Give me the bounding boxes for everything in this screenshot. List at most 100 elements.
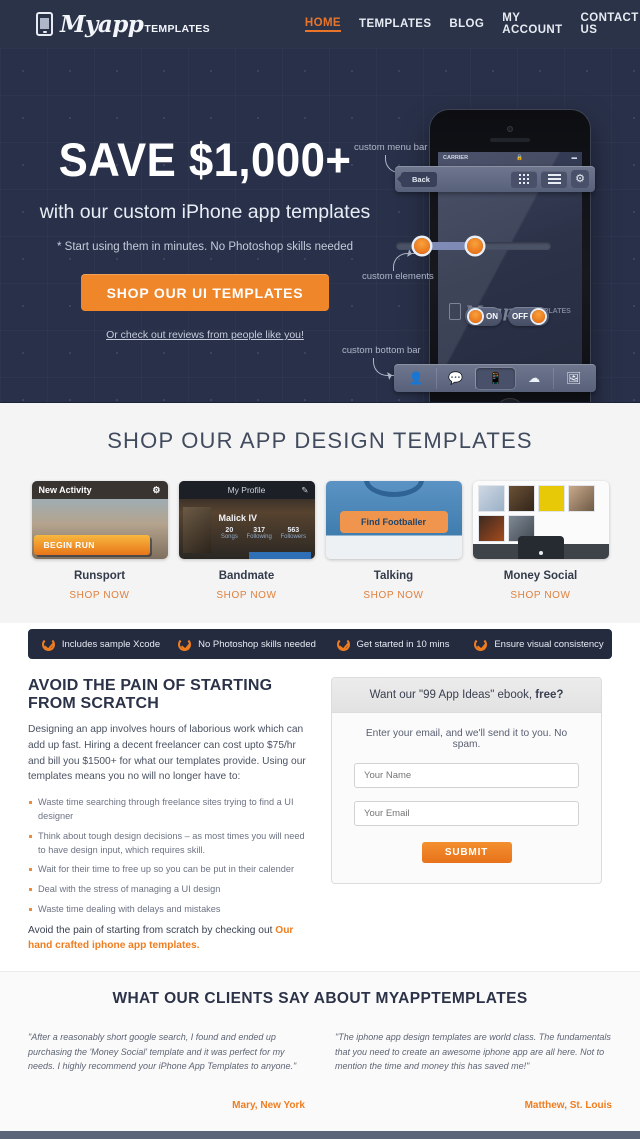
grid-icon[interactable] xyxy=(511,170,537,188)
signup-heading-text: Want our "99 App Ideas" ebook, xyxy=(369,689,536,701)
hero-copy: SAVE $1,000+ with our custom iPhone app … xyxy=(0,48,410,341)
phone-speaker xyxy=(490,138,530,142)
back-button[interactable]: Back xyxy=(397,171,437,187)
stat-label: Following xyxy=(246,534,272,540)
stat-followers: 563 Followers xyxy=(280,527,306,540)
site-header: Myapp TEMPLATES HOME TEMPLATES BLOG MY A… xyxy=(0,0,640,48)
custom-slider[interactable] xyxy=(396,238,551,254)
list-item: Think about tough design decisions – as … xyxy=(28,830,313,858)
profile-name: Malick IV xyxy=(218,513,258,523)
pain-bullet-list: Waste time searching through freelance s… xyxy=(28,796,313,917)
shop-title: SHOP OUR APP DESIGN TEMPLATES xyxy=(107,428,533,453)
stat-songs: 20 Songs xyxy=(221,527,238,540)
shop-now-link[interactable]: SHOP NOW xyxy=(326,590,462,601)
feature-label: Ensure visual consistency xyxy=(494,638,604,650)
card-preview-image: Find Footballer xyxy=(325,481,462,559)
signup-body: Enter your email, and we'll send it to y… xyxy=(332,713,601,883)
list-item: Wait for their time to free up so you ca… xyxy=(28,863,313,877)
list-icon[interactable] xyxy=(541,170,567,188)
gear-icon: ⚙ xyxy=(152,484,161,495)
hero-headline: SAVE $1,000+ xyxy=(58,133,352,186)
stat-label: Songs xyxy=(220,534,238,540)
email-field[interactable] xyxy=(354,801,579,826)
slider-knob-left[interactable] xyxy=(414,238,430,254)
phone-icon xyxy=(36,12,53,36)
publications-section: OUR SERVICE HAS BEEN FEATURED IN THESE F… xyxy=(0,1130,640,1139)
nav-item-home[interactable]: HOME xyxy=(304,17,342,32)
custom-bottom-bar: 👤 💬 📱 ☁ 🖼 xyxy=(394,364,596,392)
slider-knob-right[interactable] xyxy=(467,238,483,254)
testimonial-quote: "The iphone app design templates are wor… xyxy=(335,1032,611,1072)
features-wrap: Includes sample Xcode No Photoshop skill… xyxy=(0,623,640,659)
list-item: Waste time dealing with delays and mista… xyxy=(28,903,313,917)
submit-button[interactable]: SUBMIT xyxy=(421,842,512,863)
nav-item-contact-us[interactable]: CONTACT US xyxy=(581,12,639,36)
list-item: Deal with the stress of managing a UI de… xyxy=(28,883,313,897)
photo-icon[interactable]: 🖼 xyxy=(554,368,593,389)
check-circle-icon xyxy=(474,637,488,651)
toggle-off[interactable]: OFF xyxy=(508,307,549,326)
signup-heading: Want our "99 App Ideas" ebook, free? xyxy=(332,678,601,713)
testimonials-heading: WHAT OUR CLIENTS SAY ABOUT MYAPPTEMPLATE… xyxy=(112,990,528,1008)
check-circle-icon xyxy=(178,637,192,651)
feature-item: Get started in 10 mins xyxy=(320,637,466,651)
card-top-bar: My Profile ✎ xyxy=(178,481,315,499)
photo-grid xyxy=(477,485,595,542)
site-logo[interactable]: Myapp TEMPLATES xyxy=(36,11,210,38)
phone-icon xyxy=(449,303,462,320)
nav-item-my-account[interactable]: MY ACCOUNT xyxy=(502,12,562,36)
shop-now-link[interactable]: SHOP NOW xyxy=(473,590,609,601)
reviews-link[interactable]: Or check out reviews from people like yo… xyxy=(0,329,410,341)
find-footballer-button: Find Footballer xyxy=(339,511,448,533)
main-nav: HOME TEMPLATES BLOG MY ACCOUNT CONTACT U… xyxy=(304,12,639,36)
begin-run-button: BEGIN RUN xyxy=(33,535,150,555)
template-card-talking[interactable]: Find Footballer Talking SHOP NOW xyxy=(325,481,462,601)
template-card-bandmate[interactable]: My Profile ✎ Malick IV 20 Songs 317 Foll… xyxy=(178,481,315,601)
signup-description: Enter your email, and we'll send it to y… xyxy=(365,728,568,750)
shop-ui-templates-button[interactable]: SHOP OUR UI TEMPLATES xyxy=(80,274,330,311)
card-bar-title: My Profile xyxy=(227,485,266,495)
check-circle-icon xyxy=(336,637,350,651)
chat-icon[interactable]: 💬 xyxy=(437,367,477,389)
hero-section: SAVE $1,000+ with our custom iPhone app … xyxy=(0,48,640,403)
nav-item-blog[interactable]: BLOG xyxy=(449,18,484,30)
feature-label: No Photoshop skills needed xyxy=(198,638,316,650)
card-preview-image: New Activity ⚙ BEGIN RUN xyxy=(31,481,168,559)
card-bar-title: New Activity xyxy=(38,485,92,495)
logo-text: Myapp TEMPLATES xyxy=(60,11,210,38)
list-item: Waste time searching through freelance s… xyxy=(28,796,313,824)
author-location: St. Louis xyxy=(569,1099,612,1111)
person-icon[interactable]: 👤 xyxy=(397,367,437,389)
photo-thumb xyxy=(477,485,505,512)
testimonial-author: Mary, New York xyxy=(28,1100,305,1111)
shop-now-link[interactable]: SHOP NOW xyxy=(32,590,168,601)
card-accent-bar xyxy=(248,552,311,559)
callout-arrow-bottom xyxy=(373,358,395,376)
photo-thumb xyxy=(507,485,535,512)
photo-thumb xyxy=(567,485,595,512)
stat-value: 317 xyxy=(253,527,265,534)
template-card-list: New Activity ⚙ BEGIN RUN Runsport SHOP N… xyxy=(0,481,640,601)
card-arc-decoration xyxy=(363,481,424,497)
card-title: Money Social xyxy=(503,570,578,582)
phone-status-bar: CARRIER 🔒 ▬ xyxy=(438,152,582,163)
toggle-on[interactable]: ON xyxy=(465,307,502,326)
phone-home-button[interactable] xyxy=(495,398,525,402)
card-title: Runsport xyxy=(73,570,126,582)
custom-menu-bar: Back ⚙ xyxy=(395,166,595,192)
shop-now-link[interactable]: SHOP NOW xyxy=(179,590,315,601)
cloud-icon[interactable]: ☁ xyxy=(515,367,555,389)
profile-stats: 20 Songs 317 Following 563 Followers xyxy=(217,527,311,540)
stat-following: 317 Following xyxy=(246,527,271,540)
testimonials-section: WHAT OUR CLIENTS SAY ABOUT MYAPPTEMPLATE… xyxy=(0,971,640,1131)
template-card-runsport[interactable]: New Activity ⚙ BEGIN RUN Runsport SHOP N… xyxy=(31,481,168,601)
share-phone-icon[interactable]: 📱 xyxy=(476,367,515,389)
carrier-label: CARRIER xyxy=(443,154,469,161)
name-field[interactable] xyxy=(354,763,579,788)
template-card-money-social[interactable]: Money Social SHOP NOW xyxy=(472,481,609,601)
nav-item-templates[interactable]: TEMPLATES xyxy=(359,18,431,30)
gear-icon[interactable]: ⚙ xyxy=(571,170,589,188)
feature-item: No Photoshop skills needed xyxy=(174,637,320,651)
lock-icon: 🔒 xyxy=(516,154,524,161)
callout-bottom-bar: custom bottom bar xyxy=(342,345,421,356)
